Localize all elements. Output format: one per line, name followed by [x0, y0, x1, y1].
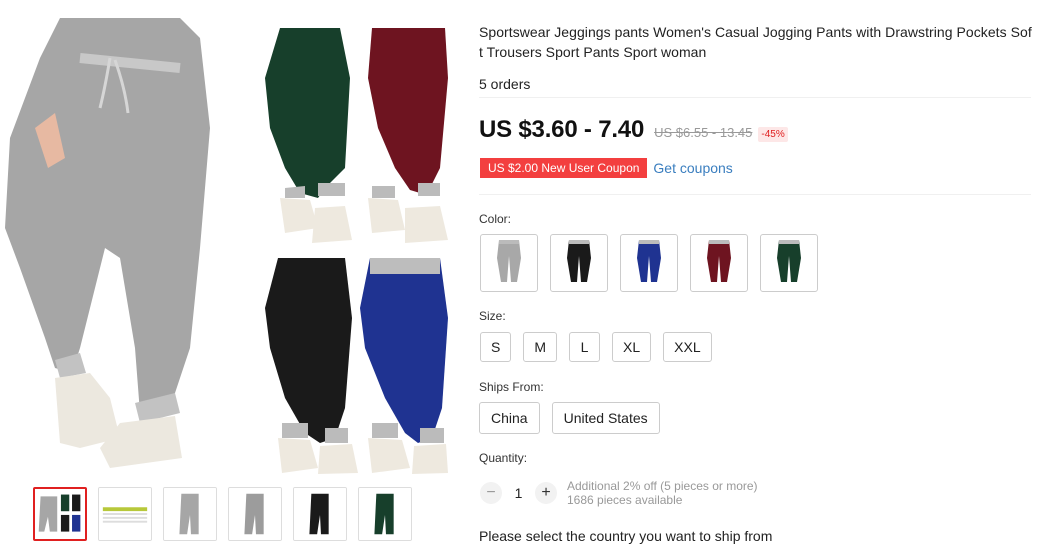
size-option-s[interactable]: S: [480, 332, 512, 362]
navy-pants-figure: [360, 258, 448, 474]
coupon-row: US $2.00 New User Coupon Get coupons: [480, 158, 733, 178]
size-option-l[interactable]: L: [569, 332, 601, 362]
pants-icon: [777, 240, 801, 282]
ships-from-options: China United States: [479, 402, 660, 434]
color-swatch-grey[interactable]: [480, 234, 538, 292]
ships-from-label: Ships From:: [479, 380, 544, 394]
color-options: [480, 234, 818, 292]
ship-country-message: Please select the country you want to sh…: [479, 528, 773, 544]
color-swatch-burgundy[interactable]: [690, 234, 748, 292]
main-product-image[interactable]: [0, 18, 448, 474]
ships-from-option-china[interactable]: China: [479, 402, 540, 434]
quantity-stepper: − 1 + Additional 2% off (5 pieces or mor…: [480, 479, 758, 507]
pants-icon: [637, 240, 661, 282]
quantity-label: Quantity:: [479, 451, 528, 465]
color-label: Color:: [479, 212, 512, 226]
pants-icon: [497, 240, 521, 282]
thumbnail-2[interactable]: [98, 487, 152, 541]
thumbnail-1[interactable]: [33, 487, 87, 541]
thumbnail-4[interactable]: [228, 487, 282, 541]
divider: [479, 97, 1031, 98]
color-swatch-navy[interactable]: [620, 234, 678, 292]
thumbnail-3[interactable]: [163, 487, 217, 541]
original-price: US $6.55 - 13.45: [654, 125, 753, 140]
quantity-decrease-button[interactable]: −: [480, 482, 502, 504]
size-option-xl[interactable]: XL: [612, 332, 652, 362]
burgundy-pants-figure: [368, 28, 448, 243]
product-info: Sportswear Jeggings pants Women's Casual…: [479, 22, 1035, 92]
new-user-coupon-badge: US $2.00 New User Coupon: [480, 158, 648, 178]
grey-pants-figure: [5, 18, 210, 468]
orders-count: 5 orders: [479, 76, 531, 92]
discount-badge: -45%: [758, 127, 788, 142]
thumbnail-6[interactable]: [358, 487, 412, 541]
pants-icon: [567, 240, 591, 282]
ships-from-option-united-states[interactable]: United States: [551, 402, 660, 434]
color-swatch-black[interactable]: [550, 234, 608, 292]
bulk-discount-note: Additional 2% off (5 pieces or more): [567, 479, 758, 493]
product-title: Sportswear Jeggings pants Women's Casual…: [479, 24, 1032, 60]
stock-available: 1686 pieces available: [567, 493, 683, 507]
size-label: Size:: [479, 309, 506, 323]
divider: [479, 194, 1031, 195]
black-pants-figure: [265, 258, 358, 474]
thumbnail-5[interactable]: [293, 487, 347, 541]
price-row: US $3.60 - 7.40 US $6.55 - 13.45 -45%: [479, 116, 788, 144]
color-swatch-green[interactable]: [760, 234, 818, 292]
thumbnail-strip: [33, 487, 412, 541]
quantity-note: Additional 2% off (5 pieces or more) 168…: [567, 479, 758, 507]
size-option-m[interactable]: M: [523, 332, 558, 362]
quantity-increase-button[interactable]: +: [535, 482, 557, 504]
green-pants-figure: [262, 18, 352, 258]
quantity-value[interactable]: 1: [502, 485, 535, 501]
price: US $3.60 - 7.40: [479, 116, 645, 143]
size-options: S M L XL XXL: [480, 332, 712, 362]
get-coupons-link[interactable]: Get coupons: [653, 160, 732, 176]
size-option-xxl[interactable]: XXL: [663, 332, 712, 362]
pants-icon: [707, 240, 731, 282]
